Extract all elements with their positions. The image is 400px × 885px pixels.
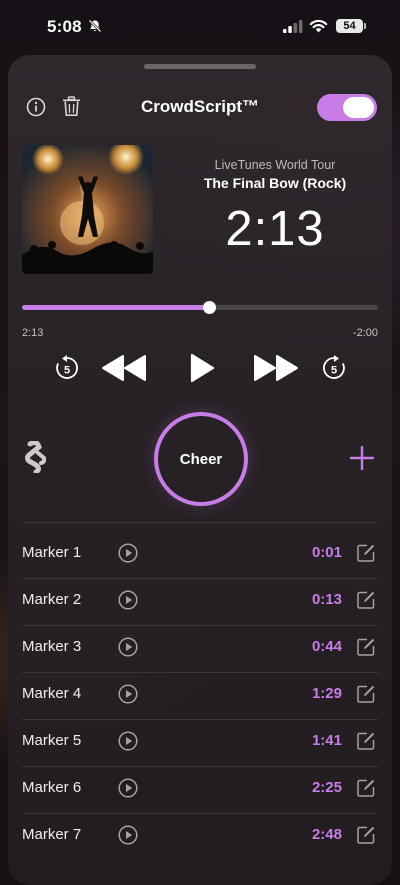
- list-item[interactable]: Marker 3 0:44: [0, 626, 400, 673]
- rewind-icon[interactable]: [101, 354, 147, 382]
- marker-time: 1:41: [312, 732, 342, 749]
- fast-forward-icon[interactable]: [253, 354, 299, 382]
- edit-icon[interactable]: [356, 684, 376, 704]
- marker-name: Marker 1: [22, 544, 81, 561]
- marker-time: 2:25: [312, 779, 342, 796]
- edit-icon[interactable]: [356, 825, 376, 845]
- play-circle-icon[interactable]: [118, 637, 138, 657]
- skip-back-5-icon[interactable]: 5: [53, 354, 81, 382]
- list-item[interactable]: Marker 2 0:13: [0, 579, 400, 626]
- marker-time: 0:01: [312, 544, 342, 561]
- marker-name: Marker 6: [22, 779, 81, 796]
- song-title: The Final Bow (Rock): [190, 175, 360, 191]
- album-art: [22, 145, 153, 274]
- tour-name: LiveTunes World Tour: [190, 158, 360, 172]
- status-bar: 5:08 54: [0, 0, 400, 54]
- marker-time: 0:44: [312, 638, 342, 655]
- list-item[interactable]: Marker 5 1:41: [0, 720, 400, 767]
- marker-name: Marker 3: [22, 638, 81, 655]
- silent-bell-icon: [88, 19, 102, 33]
- cellular-signal-icon: [283, 20, 303, 33]
- remaining-time: -2:00: [353, 327, 378, 339]
- status-time: 5:08: [47, 17, 82, 37]
- cheer-button[interactable]: Cheer: [154, 412, 248, 506]
- skip-forward-5-icon[interactable]: 5: [320, 354, 348, 382]
- list-item[interactable]: Marker 1 0:01: [0, 532, 400, 579]
- list-item[interactable]: Marker 6 2:25: [0, 767, 400, 814]
- current-time-display: 2:13: [190, 201, 360, 257]
- edit-icon[interactable]: [356, 543, 376, 563]
- play-circle-icon[interactable]: [118, 684, 138, 704]
- marker-name: Marker 4: [22, 685, 81, 702]
- edit-icon[interactable]: [356, 637, 376, 657]
- play-icon[interactable]: [189, 353, 215, 383]
- marker-time: 1:29: [312, 685, 342, 702]
- play-circle-icon[interactable]: [118, 731, 138, 751]
- toggle-knob: [343, 97, 374, 118]
- wifi-icon: [309, 18, 328, 33]
- progress-thumb[interactable]: [203, 301, 216, 314]
- marker-name: Marker 2: [22, 591, 81, 608]
- play-circle-icon[interactable]: [118, 543, 138, 563]
- sheet-grabber[interactable]: [144, 64, 256, 69]
- progress-slider[interactable]: [22, 305, 378, 310]
- marker-name: Marker 5: [22, 732, 81, 749]
- edit-icon[interactable]: [356, 731, 376, 751]
- plus-icon[interactable]: [350, 446, 374, 470]
- battery-indicator: 54: [336, 19, 363, 33]
- marker-time: 0:13: [312, 591, 342, 608]
- marker-time: 2:48: [312, 826, 342, 843]
- edit-icon[interactable]: [356, 778, 376, 798]
- skip-back-label: 5: [64, 365, 70, 377]
- script-icon[interactable]: [24, 441, 46, 473]
- crowdscript-toggle[interactable]: [317, 94, 377, 121]
- elapsed-time: 2:13: [22, 327, 43, 339]
- play-circle-icon[interactable]: [118, 590, 138, 610]
- play-circle-icon[interactable]: [118, 825, 138, 845]
- marker-name: Marker 7: [22, 826, 81, 843]
- play-circle-icon[interactable]: [118, 778, 138, 798]
- progress-fill: [22, 305, 209, 310]
- list-item[interactable]: Marker 7 2:48: [0, 814, 400, 861]
- list-item[interactable]: Marker 4 1:29: [0, 673, 400, 720]
- section-divider: [22, 522, 378, 523]
- edit-icon[interactable]: [356, 590, 376, 610]
- skip-forward-label: 5: [331, 365, 337, 377]
